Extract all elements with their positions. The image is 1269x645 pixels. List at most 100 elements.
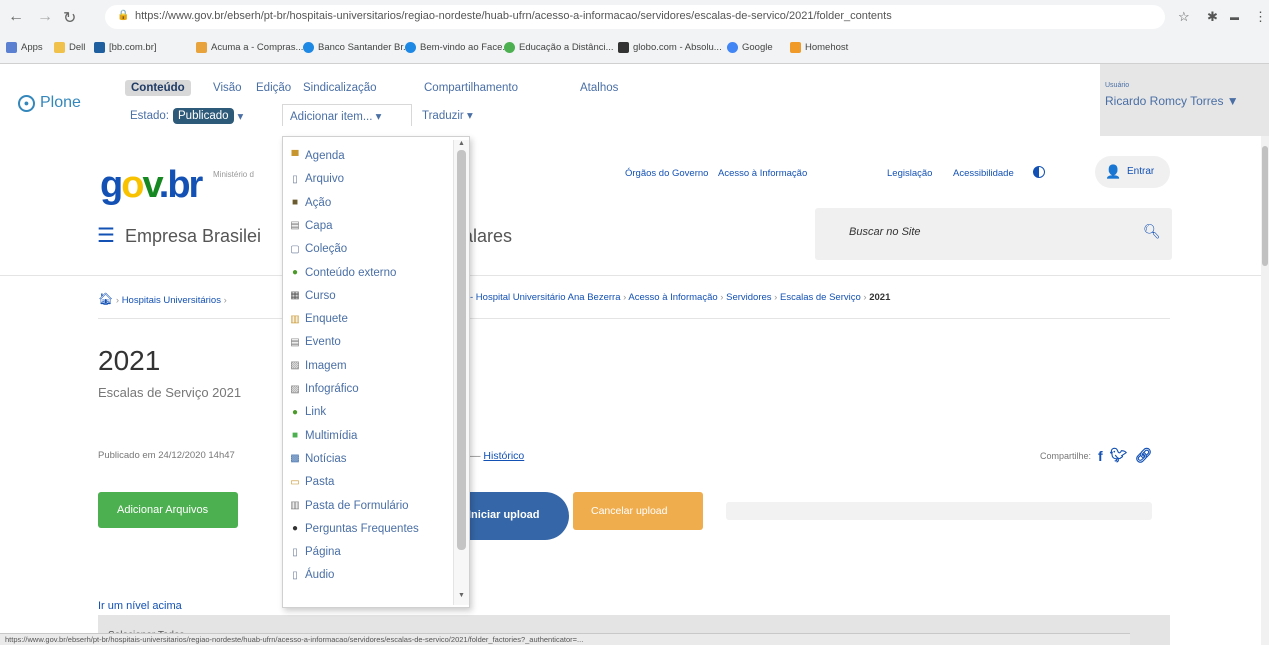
- faq-icon: ●: [291, 523, 299, 535]
- breadcrumb-acesso[interactable]: Acesso à Informação: [628, 292, 717, 303]
- menu-item-page[interactable]: ▯ Página: [289, 541, 341, 563]
- back-icon[interactable]: ←: [8, 8, 24, 26]
- add-item-dropdown: ▀ Agenda ▯ Arquivo ■ Ação ▤ Capa ▢ Coleção ● Conteú…: [282, 136, 470, 608]
- search-icon[interactable]: 🔍︎: [1143, 223, 1161, 240]
- plone-toolbar: ● Plone Conteúdo Visão Edição Sindicaliza…: [0, 64, 1269, 136]
- extension-icon[interactable]: ✱: [1207, 9, 1218, 25]
- bookmark-homehost[interactable]: Homehost: [790, 42, 848, 53]
- menu-item-label: Multimídia: [305, 429, 358, 442]
- org-name: Empresa Brasilei: [125, 226, 262, 246]
- address-bar[interactable]: 🔒 https://www.gov.br/ebserh/pt-br/hospit…: [105, 5, 1165, 29]
- extension-icon-2[interactable]: ▬: [1230, 12, 1239, 22]
- tab-visao[interactable]: Visão: [213, 82, 242, 94]
- state-menu[interactable]: Estado: Publicado ▾: [130, 108, 243, 124]
- menu-item-action[interactable]: ■ Ação: [289, 192, 331, 214]
- menu-item-link[interactable]: ● Link: [289, 401, 326, 423]
- event-icon: ▤: [290, 336, 300, 348]
- user-name[interactable]: Ricardo Romcy Torres ▼: [1105, 94, 1239, 108]
- link-icon[interactable]: 🔗︎: [1134, 447, 1152, 464]
- bookmark-santander[interactable]: Banco Santander Br...: [303, 42, 411, 53]
- menu-item-file[interactable]: ▯ Arquivo: [289, 168, 344, 190]
- home-icon[interactable]: 🏠︎: [98, 292, 113, 306]
- menu-item-faq[interactable]: ● Perguntas Frequentes: [289, 518, 419, 540]
- menu-item-label: Coleção: [305, 243, 348, 256]
- bookmark-apps[interactable]: Apps: [6, 42, 43, 53]
- forward-icon[interactable]: →: [37, 8, 53, 26]
- link-acessibilidade[interactable]: Acessibilidade: [953, 168, 1014, 179]
- menu-item-form-folder[interactable]: ▥ Pasta de Formulário: [289, 495, 408, 517]
- star-icon[interactable]: ☆: [1178, 9, 1190, 25]
- hamburger-menu-icon[interactable]: ☰: [97, 223, 115, 248]
- history-link[interactable]: Histórico: [483, 450, 524, 462]
- bookmark-educacao[interactable]: Educação a Distânci...: [504, 42, 614, 53]
- contrast-icon[interactable]: [1033, 166, 1045, 178]
- bookmark-bb[interactable]: [bb.com.br]: [94, 42, 157, 53]
- scroll-down-icon[interactable]: ▼: [458, 592, 465, 599]
- tab-compartilhamento[interactable]: Compartilhamento: [424, 82, 518, 94]
- add-item-menu[interactable]: Adicionar item... ▾: [282, 104, 412, 126]
- menu-item-calendar[interactable]: ▀ Agenda: [289, 145, 344, 167]
- bookmark-facebook[interactable]: Bem-vindo ao Face...: [405, 42, 510, 53]
- menu-item-audio[interactable]: ▯ Áudio: [289, 564, 334, 586]
- facebook-icon[interactable]: f: [1098, 448, 1103, 464]
- breadcrumb-servidores[interactable]: Servidores: [726, 292, 771, 303]
- bookmark-dell[interactable]: Dell: [54, 42, 85, 53]
- menu-item-multimedia[interactable]: ■ Multimídia: [289, 425, 357, 447]
- menu-item-infographic[interactable]: ▨ Infográfico: [289, 378, 358, 400]
- breadcrumb-huab[interactable]: - Hospital Universitário Ana Bezerra: [470, 292, 620, 303]
- start-upload-button[interactable]: Iniciar upload: [462, 492, 569, 540]
- menu-item-poll[interactable]: ▥ Enquete: [289, 308, 348, 330]
- search-box[interactable]: Buscar no Site 🔍︎: [815, 208, 1172, 260]
- menu-item-label: Capa: [305, 219, 333, 232]
- menu-item-external-content[interactable]: ● Conteúdo externo: [289, 262, 396, 284]
- menu-item-folder[interactable]: ▭ Pasta: [289, 471, 334, 493]
- breadcrumb-escalas[interactable]: Escalas de Serviço: [780, 292, 861, 303]
- bookmark-globo[interactable]: globo.com - Absolu...: [618, 42, 722, 53]
- user-menu[interactable]: Usuário Ricardo Romcy Torres ▼: [1100, 64, 1269, 136]
- page-icon: ▯: [292, 546, 298, 558]
- menu-item-course[interactable]: ▦ Curso: [289, 285, 335, 307]
- breadcrumb-hospitais[interactable]: Hospitais Universitários: [122, 295, 221, 306]
- translate-menu[interactable]: Traduzir ▾: [422, 108, 473, 122]
- upload-progress-bar: [726, 502, 1152, 520]
- twitter-icon[interactable]: 🐦︎: [1110, 447, 1128, 464]
- bookmark-google[interactable]: Google: [727, 42, 773, 53]
- up-one-level-link[interactable]: Ir um nível acima: [98, 600, 182, 612]
- share-label: Compartilhe:: [1040, 450, 1092, 461]
- plone-logo[interactable]: ● Plone: [18, 94, 81, 112]
- dropdown-scrollbar-thumb[interactable]: [457, 150, 466, 550]
- tab-sindicalizacao[interactable]: Sindicalização: [303, 82, 377, 94]
- tab-edicao[interactable]: Edição: [256, 82, 291, 94]
- link-acesso-informacao[interactable]: Acesso à Informação: [718, 168, 807, 179]
- link-legislacao[interactable]: Legislação: [887, 168, 932, 179]
- file-icon: ▯: [292, 173, 298, 185]
- audio-icon: ▯: [292, 569, 298, 581]
- add-files-button[interactable]: Adicionar Arquivos: [98, 492, 238, 528]
- scroll-up-icon[interactable]: ▲: [458, 140, 465, 147]
- ministry-label: Ministério d: [213, 170, 254, 179]
- login-button[interactable]: 👤 Entrar: [1095, 156, 1170, 188]
- tab-conteudo[interactable]: Conteúdo: [125, 80, 191, 96]
- bookmark-acuma[interactable]: Acuma a - Compras...: [196, 42, 303, 53]
- link-orgaos[interactable]: Órgãos do Governo: [625, 168, 708, 179]
- state-badge[interactable]: Publicado: [173, 108, 234, 124]
- menu-item-cover[interactable]: ▤ Capa: [289, 215, 333, 237]
- search-input[interactable]: Buscar no Site: [849, 226, 921, 238]
- govbr-logo[interactable]: gov.br: [100, 164, 203, 207]
- image-icon: ▨: [290, 360, 300, 372]
- menu-item-news[interactable]: ▩ Notícias: [289, 448, 347, 470]
- page-scrollbar-thumb[interactable]: [1262, 146, 1268, 266]
- menu-item-collection[interactable]: ▢ Coleção: [289, 238, 347, 260]
- menu-item-image[interactable]: ▨ Imagem: [289, 355, 346, 377]
- page-scrollbar[interactable]: [1261, 136, 1269, 645]
- menu-item-label: Notícias: [305, 452, 347, 465]
- tab-atalhos[interactable]: Atalhos: [580, 82, 618, 94]
- address-url: https://www.gov.br/ebserh/pt-br/hospitai…: [135, 10, 892, 22]
- menu-icon[interactable]: ⋮: [1254, 9, 1267, 25]
- reload-icon[interactable]: ↻: [63, 8, 76, 28]
- menu-item-event[interactable]: ▤ Evento: [289, 331, 341, 353]
- menu-item-label: Enquete: [305, 313, 348, 326]
- cancel-upload-button[interactable]: Cancelar upload: [573, 492, 703, 530]
- multimedia-icon: ■: [291, 430, 299, 442]
- dropdown-scrollbar[interactable]: ▲ ▼: [453, 140, 469, 605]
